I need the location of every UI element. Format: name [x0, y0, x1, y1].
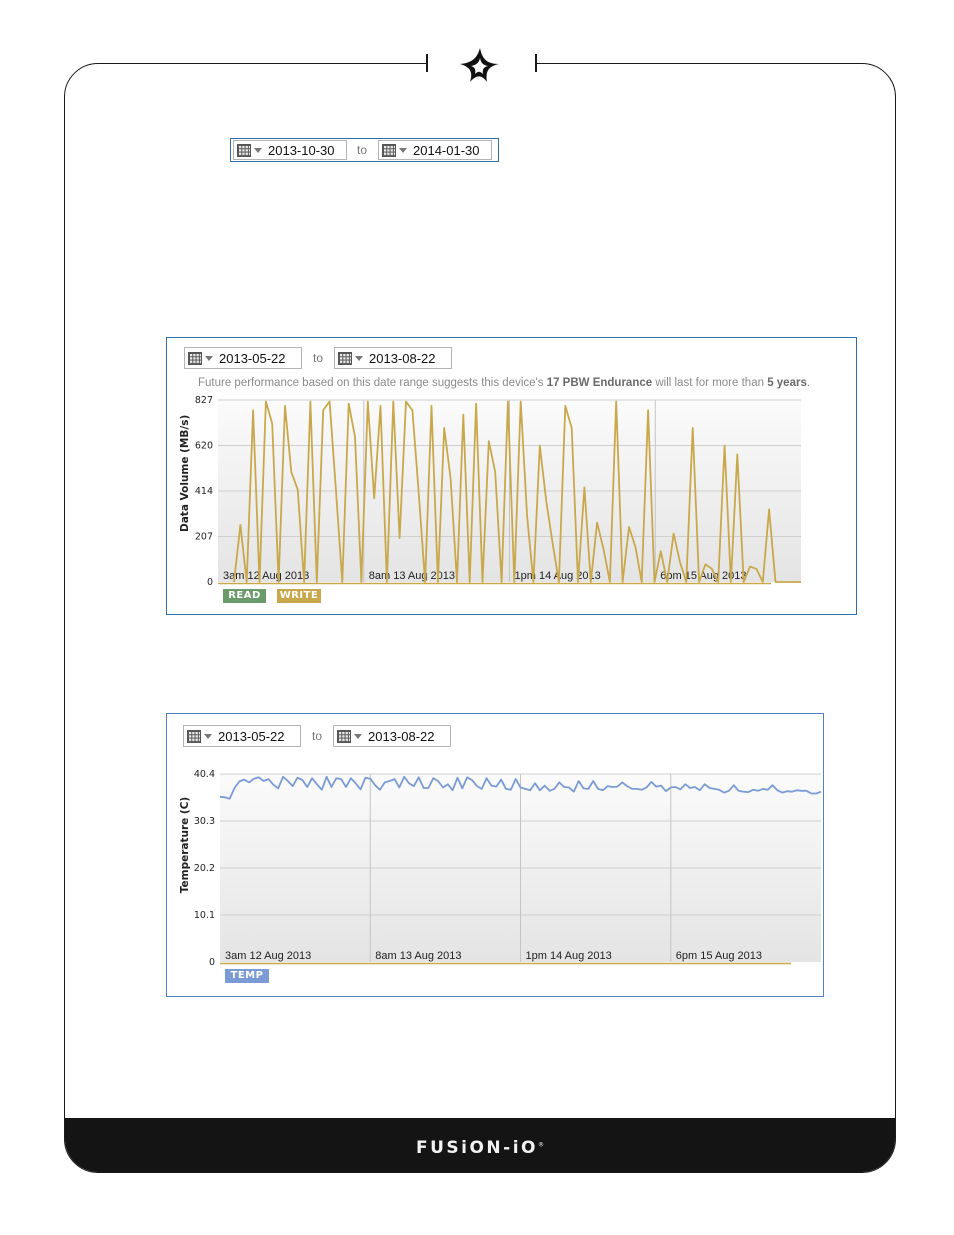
- legend-read-badge[interactable]: READ: [223, 589, 266, 603]
- y-tick-label: 10.1: [194, 910, 215, 921]
- x-tick-label: 8am 13 Aug 2013: [375, 950, 461, 962]
- end-date-picker[interactable]: 2014-01-30: [378, 140, 493, 160]
- y-tick-label: 414: [195, 486, 213, 497]
- legend-temp-badge[interactable]: TEMP: [225, 969, 269, 983]
- y-tick-label: 620: [195, 441, 213, 452]
- y-tick-label: 0: [209, 957, 215, 968]
- data-volume-chart: 02074146208273am 12 Aug 2013 8am 13 Aug 2…: [195, 395, 801, 588]
- x-tick-label: 1pm 14 Aug 2013: [526, 950, 612, 962]
- y-axis-label: Temperature (C): [179, 796, 191, 894]
- logo-divider: [426, 54, 428, 72]
- top-date-range: 2013-10-30 to 2014-01-30: [230, 138, 500, 162]
- y-tick-label: 20.2: [194, 863, 215, 874]
- calendar-icon[interactable]: [237, 143, 251, 157]
- temperature-chart: 0 10.1 20.2 30.3 40.4 3am 12 Aug 2013 8am 13 A…: [194, 769, 822, 968]
- calendar-icon[interactable]: [382, 143, 397, 157]
- caret-down-icon[interactable]: [254, 147, 262, 153]
- data-volume-panel: 2013-05-22 to 2013-08-22 Future performa…: [166, 337, 857, 615]
- end-date-value: 2014-01-30: [413, 142, 480, 158]
- y-tick-label: 827: [195, 395, 213, 406]
- logo-divider: [535, 54, 537, 72]
- y-tick-label: 30.3: [194, 816, 215, 827]
- start-date-picker[interactable]: 2013-10-30: [233, 140, 347, 160]
- x-tick-label: 6pm 15 Aug 2013: [676, 950, 762, 962]
- page-frame: FUSiON-iO®: [64, 63, 896, 1173]
- start-date-value: 2013-10-30: [268, 142, 335, 158]
- caret-down-icon[interactable]: [399, 147, 408, 153]
- y-axis-label: Data Volume (MB/s): [179, 414, 191, 532]
- legend-write-badge[interactable]: WRITE: [277, 589, 321, 603]
- y-tick-label: 207: [195, 532, 213, 543]
- range-separator: to: [357, 143, 368, 157]
- temperature-panel: 2013-05-22 to 2013-08-22 0 10.1 20.2 30.3 40…: [166, 713, 824, 997]
- y-tick-label: 40.4: [194, 769, 215, 780]
- brand-logo-text: FUSiON-iO®: [415, 1138, 544, 1158]
- y-tick-label: 0: [207, 577, 213, 588]
- fusion-logo-icon: [460, 48, 499, 82]
- x-tick-label: 8am 13 Aug 2013: [369, 570, 455, 582]
- x-tick-label: 3am 12 Aug 2013: [225, 950, 311, 962]
